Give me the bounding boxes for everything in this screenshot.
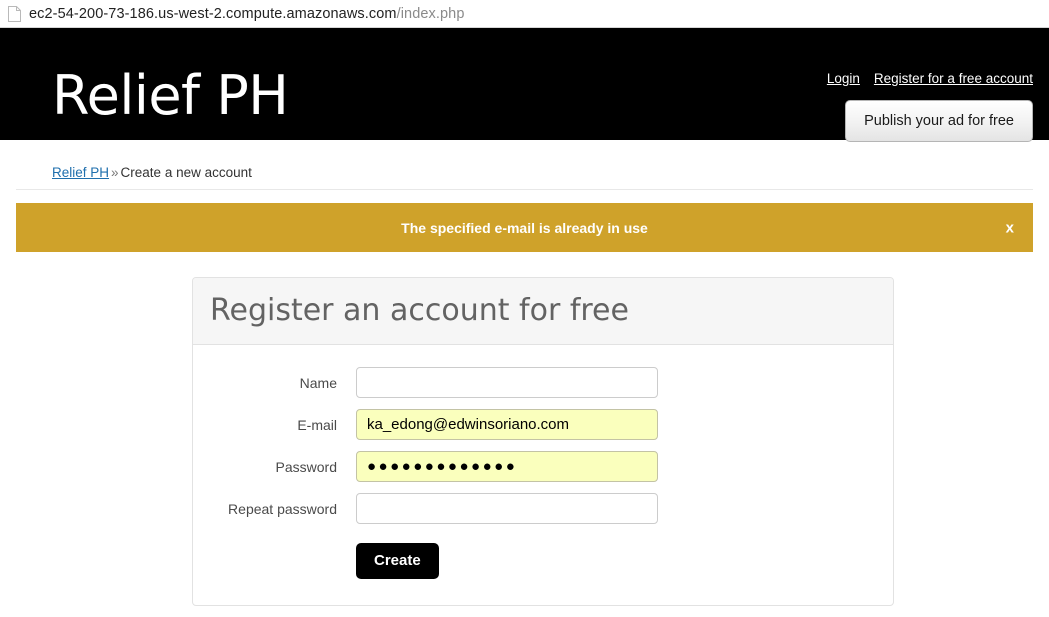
form-row-repeat-password: Repeat password xyxy=(193,493,893,524)
password-label: Password xyxy=(275,458,337,475)
publish-ad-button[interactable]: Publish your ad for free xyxy=(845,100,1033,142)
email-input[interactable] xyxy=(356,409,658,440)
register-link[interactable]: Register for a free account xyxy=(874,71,1033,86)
url-host: ec2-54-200-73-186.us-west-2.compute.amaz… xyxy=(29,5,397,22)
breadcrumb: Relief PH» Create a new account xyxy=(16,140,1033,190)
form-row-email: E-mail xyxy=(193,409,893,440)
page-content: Relief PH» Create a new account The speci… xyxy=(0,140,1049,606)
form-actions-spacer xyxy=(193,543,356,579)
password-input[interactable] xyxy=(356,451,658,482)
repeat-password-label: Repeat password xyxy=(228,500,337,517)
url-path: /index.php xyxy=(396,5,465,22)
form-actions: Create xyxy=(193,543,893,579)
site-logo[interactable]: Relief PH xyxy=(52,69,289,123)
alert-message: The specified e-mail is already in use xyxy=(401,219,648,236)
breadcrumb-separator: » xyxy=(111,165,119,180)
panel-title: Register an account for free xyxy=(193,278,893,345)
error-alert: The specified e-mail is already in use x xyxy=(16,203,1033,252)
site-header: Relief PH Login Register for a free acco… xyxy=(0,28,1049,142)
url-text: ec2-54-200-73-186.us-west-2.compute.amaz… xyxy=(29,6,465,22)
alert-close-button[interactable]: x xyxy=(1001,217,1019,238)
header-nav-links: Login Register for a free account xyxy=(827,71,1033,86)
register-form: Name E-mail Password Repeat password Cre… xyxy=(193,345,893,605)
create-account-button[interactable]: Create xyxy=(356,543,439,579)
register-panel: Register an account for free Name E-mail… xyxy=(192,277,894,606)
email-label: E-mail xyxy=(297,416,337,433)
name-label: Name xyxy=(299,374,337,391)
form-row-password: Password xyxy=(193,451,893,482)
breadcrumb-current: Create a new account xyxy=(120,165,252,180)
name-input[interactable] xyxy=(356,367,658,398)
browser-url-bar[interactable]: ec2-54-200-73-186.us-west-2.compute.amaz… xyxy=(0,0,1049,28)
repeat-password-input[interactable] xyxy=(356,493,658,524)
breadcrumb-home-link[interactable]: Relief PH xyxy=(52,165,109,180)
document-icon xyxy=(8,5,21,22)
form-row-name: Name xyxy=(193,367,893,398)
login-link[interactable]: Login xyxy=(827,71,860,86)
